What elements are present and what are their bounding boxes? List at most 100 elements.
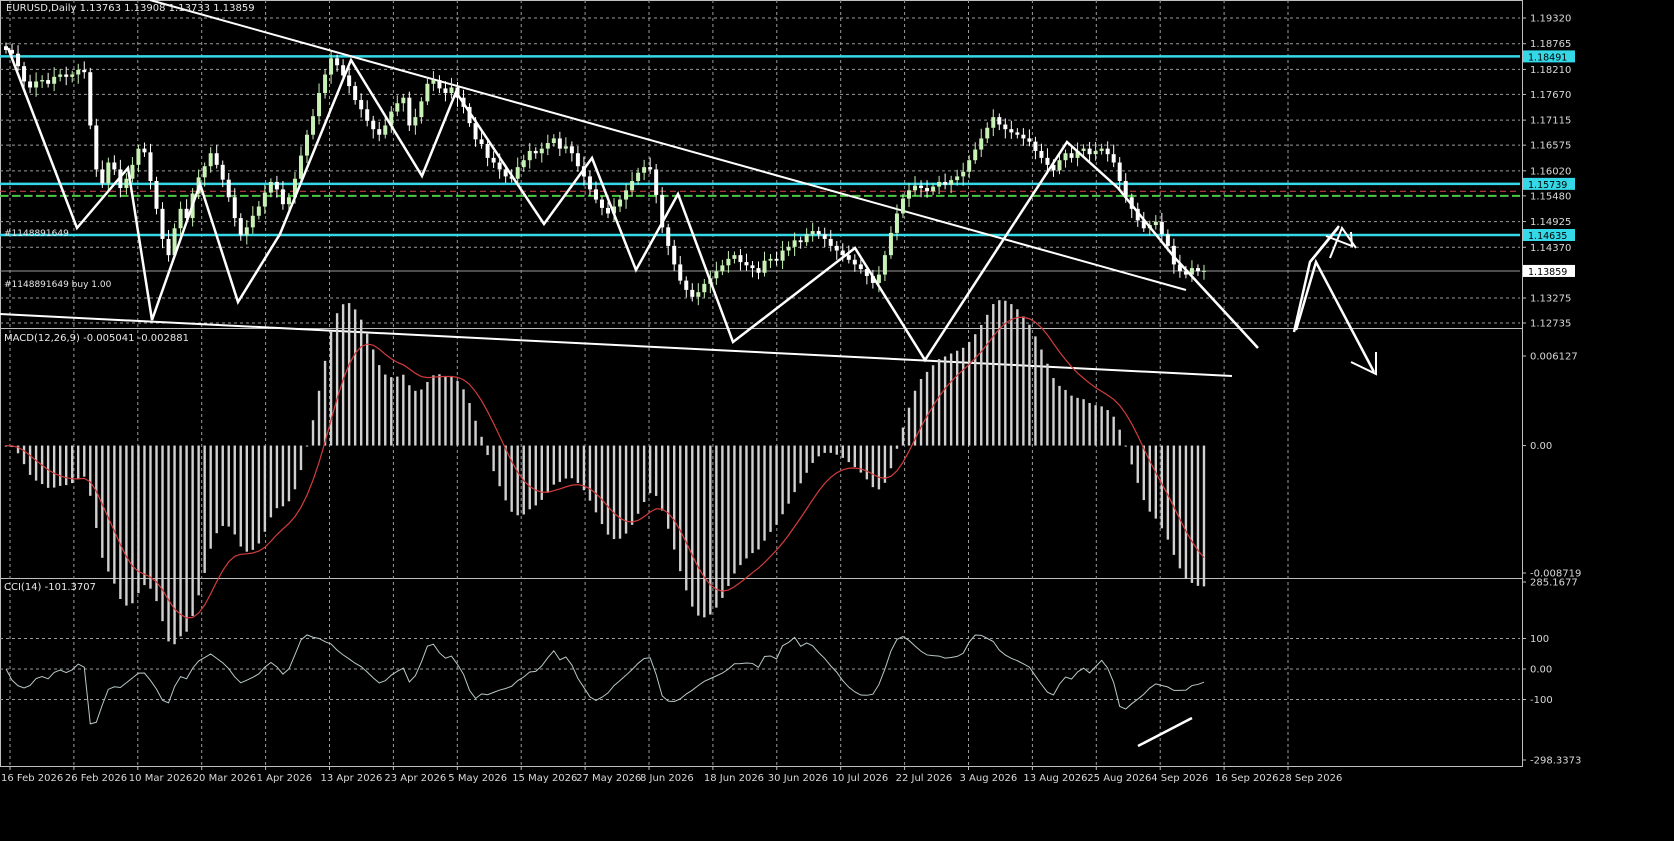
macd-bar bbox=[1046, 363, 1049, 446]
macd-bar bbox=[480, 436, 483, 446]
time-tick-label: 25 Aug 2026 bbox=[1087, 773, 1151, 784]
macd-bar bbox=[197, 445, 200, 596]
candle-body bbox=[569, 146, 574, 154]
macd-bar bbox=[1196, 445, 1200, 586]
candle-body bbox=[672, 245, 677, 265]
candle-body bbox=[34, 81, 39, 88]
price-tick-label: 1.17115 bbox=[1530, 116, 1571, 127]
candle-body bbox=[786, 246, 791, 251]
macd-bar bbox=[1052, 378, 1055, 446]
candle-body bbox=[606, 207, 610, 214]
candle-body bbox=[1159, 221, 1164, 235]
macd-bar bbox=[119, 445, 122, 600]
macd-bar bbox=[1070, 395, 1073, 446]
macd-bar bbox=[667, 445, 670, 529]
candle-body bbox=[684, 280, 689, 290]
candle-body bbox=[202, 166, 207, 178]
macd-bar bbox=[311, 420, 315, 446]
macd-bar bbox=[402, 374, 405, 446]
macd-bar bbox=[167, 445, 170, 642]
candle-body bbox=[317, 93, 322, 117]
candle-body bbox=[262, 192, 267, 207]
chart-window[interactable]: 1.18491 1.15739 1.14635 1.13859 1.19320 1.18… bbox=[0, 0, 1674, 837]
candle-body bbox=[925, 187, 930, 192]
time-tick-label: 13 Aug 2026 bbox=[1023, 773, 1087, 784]
candle-body bbox=[575, 153, 580, 167]
candle-body bbox=[840, 250, 845, 256]
macd-bar bbox=[1112, 416, 1115, 446]
candle-body bbox=[166, 238, 171, 256]
chart-canvas[interactable]: 1.18491 1.15739 1.14635 1.13859 1.19320 1.18… bbox=[0, 0, 1674, 837]
candle-body bbox=[599, 199, 604, 208]
candle-body bbox=[232, 197, 237, 219]
candle-body bbox=[1201, 270, 1206, 272]
candle-body bbox=[593, 189, 598, 200]
time-tick-label: 30 Jun 2026 bbox=[768, 773, 828, 784]
price-tick-label: 100 bbox=[1530, 634, 1549, 645]
macd-bar bbox=[239, 445, 242, 547]
price-tick-label: 1.14370 bbox=[1530, 243, 1571, 254]
macd-bar bbox=[462, 389, 465, 446]
macd-bar bbox=[1076, 397, 1079, 446]
macd-bar bbox=[660, 445, 664, 511]
candle-body bbox=[533, 150, 538, 154]
macd-bar bbox=[1028, 324, 1031, 446]
candle-body bbox=[846, 255, 851, 260]
time-tick-label: 1 Apr 2026 bbox=[257, 773, 312, 784]
candle-body bbox=[636, 172, 641, 182]
macd-bar bbox=[1124, 445, 1127, 447]
price-tick-label: 1.17670 bbox=[1530, 90, 1571, 101]
candle-body bbox=[991, 117, 996, 128]
macd-bar bbox=[1058, 385, 1061, 446]
macd-bar bbox=[739, 445, 742, 566]
macd-bar bbox=[359, 319, 363, 446]
candle-body bbox=[882, 255, 887, 275]
candle-body bbox=[208, 153, 213, 167]
macd-bar bbox=[432, 375, 435, 446]
candle-body bbox=[654, 169, 659, 195]
candle-body bbox=[268, 181, 273, 193]
candle-body bbox=[449, 87, 454, 94]
candle-body bbox=[353, 86, 358, 100]
macd-bar bbox=[317, 390, 321, 446]
macd-bar bbox=[841, 445, 844, 458]
macd-bar bbox=[287, 445, 291, 502]
candle-body bbox=[720, 265, 725, 272]
price-tick-label: 1.18210 bbox=[1530, 65, 1571, 76]
candle-body bbox=[1099, 148, 1104, 151]
macd-bar bbox=[576, 445, 580, 483]
candle-body bbox=[955, 176, 960, 181]
macd-bar bbox=[408, 385, 411, 446]
price-tick-label: 1.14925 bbox=[1530, 217, 1571, 228]
candle-body bbox=[943, 181, 948, 185]
candle-body bbox=[521, 160, 526, 168]
macd-bar bbox=[642, 445, 646, 503]
macd-bar bbox=[474, 420, 477, 446]
macd-bar bbox=[546, 445, 549, 493]
order-label-buy: #1148891649 buy 1.00 bbox=[4, 280, 112, 290]
candle-body bbox=[792, 240, 797, 247]
macd-bar bbox=[233, 445, 236, 535]
candle-body bbox=[413, 117, 418, 126]
macd-bar bbox=[793, 445, 796, 493]
macd-bar bbox=[390, 377, 393, 446]
macd-bar bbox=[468, 403, 471, 446]
macd-bar bbox=[679, 445, 682, 572]
candle-body bbox=[985, 127, 990, 139]
macd-bar bbox=[823, 445, 826, 453]
macd-bar bbox=[883, 445, 887, 483]
macd-bar bbox=[588, 445, 592, 501]
candle-body bbox=[1081, 148, 1086, 151]
candle-body bbox=[642, 167, 647, 173]
candle-body bbox=[94, 125, 99, 170]
candle-body bbox=[1117, 162, 1122, 182]
candle-body bbox=[112, 162, 117, 170]
macd-bar bbox=[329, 331, 333, 446]
candle-body bbox=[997, 117, 1002, 125]
macd-bar bbox=[341, 304, 345, 446]
candle-body bbox=[479, 139, 484, 144]
macd-bar bbox=[949, 353, 953, 446]
candle-body bbox=[22, 66, 27, 82]
price-tick-label: 0.00 bbox=[1530, 664, 1552, 675]
level-price-label: 1.18491 bbox=[1528, 52, 1567, 63]
